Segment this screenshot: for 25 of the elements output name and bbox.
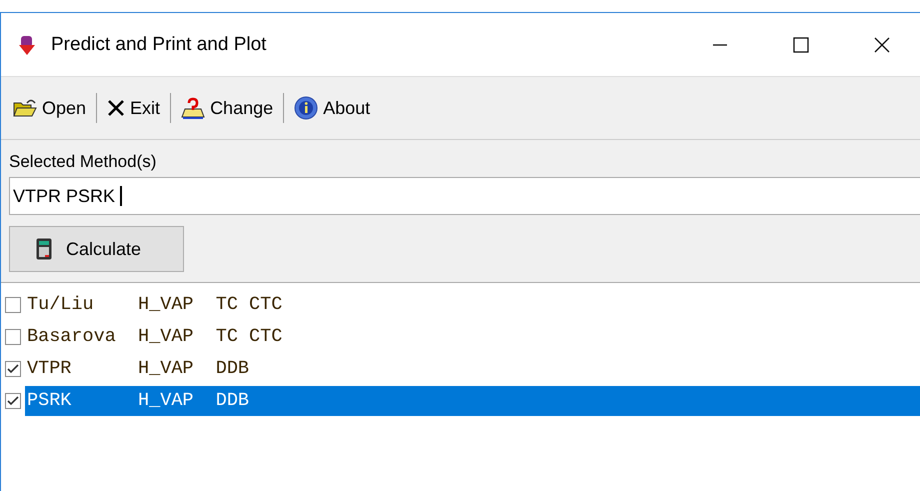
checkbox[interactable] bbox=[5, 329, 21, 345]
close-icon[interactable] bbox=[874, 36, 890, 52]
book-question-icon bbox=[181, 97, 206, 119]
close-icon bbox=[107, 99, 126, 117]
toolbar-button[interactable]: Change bbox=[177, 93, 278, 123]
checkbox[interactable] bbox=[5, 393, 21, 409]
toolbar-button[interactable]: Open bbox=[9, 94, 90, 122]
calculate-button[interactable]: Calculate bbox=[9, 226, 184, 272]
toolbar-button[interactable]: Exit bbox=[103, 94, 164, 122]
toolbar-button[interactable]: About bbox=[290, 92, 374, 124]
folder-icon bbox=[13, 98, 37, 118]
methods-input-field[interactable]: VTPR PSRK bbox=[9, 177, 920, 215]
calculator-icon bbox=[36, 238, 52, 260]
list-item[interactable]: Tu/Liu H_VAP TC CTC bbox=[25, 290, 920, 320]
list-item[interactable]: VTPR H_VAP DDB bbox=[25, 354, 920, 384]
field-label: Selected Method(s) bbox=[9, 152, 156, 172]
list-item[interactable]: PSRK H_VAP DDB bbox=[25, 386, 920, 416]
text-cursor bbox=[120, 186, 122, 206]
checkbox[interactable] bbox=[5, 361, 21, 377]
list-item[interactable]: Basarova H_VAP TC CTC bbox=[25, 322, 920, 352]
maximize-icon[interactable] bbox=[793, 36, 809, 52]
checkbox[interactable] bbox=[5, 297, 21, 313]
window-title: Predict and Print and Plot bbox=[51, 34, 268, 56]
info-icon bbox=[294, 96, 318, 120]
app-icon bbox=[17, 34, 37, 56]
